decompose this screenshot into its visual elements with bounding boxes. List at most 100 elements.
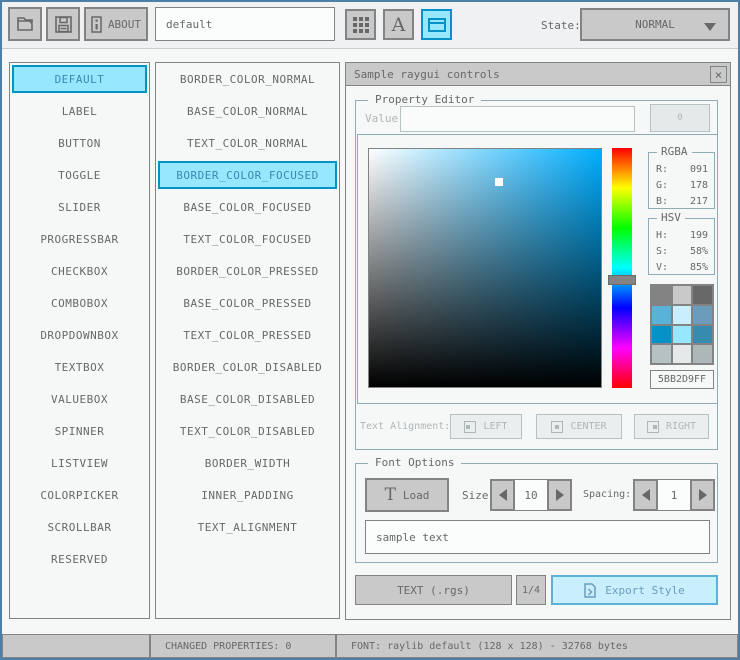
controls-list-item[interactable]: RESERVED — [12, 545, 147, 573]
properties-list-item[interactable]: TEXT_COLOR_NORMAL — [158, 129, 337, 157]
color-saturation-value-area[interactable] — [368, 148, 602, 388]
style-table-view-button[interactable] — [345, 9, 376, 40]
style-color-swatch[interactable] — [693, 345, 712, 363]
controls-list-item[interactable]: TOGGLE — [12, 161, 147, 189]
properties-list-item[interactable]: BORDER_COLOR_FOCUSED — [158, 161, 337, 189]
hex-color-value[interactable]: 5BB2D9FF — [650, 370, 714, 389]
property-editor-group-label: Property Editor — [368, 93, 482, 106]
arrow-left-icon — [641, 489, 650, 501]
properties-list-item[interactable]: BASE_COLOR_PRESSED — [158, 289, 337, 317]
spacing-label: Spacing: — [583, 489, 632, 500]
value-input[interactable] — [400, 106, 635, 132]
open-style-button[interactable] — [8, 7, 42, 41]
style-color-swatch[interactable] — [672, 305, 692, 324]
align-right-button[interactable]: RIGHT — [634, 414, 709, 439]
properties-list-item[interactable]: TEXT_COLOR_FOCUSED — [158, 225, 337, 253]
style-color-swatch[interactable] — [652, 305, 671, 324]
controls-list-item[interactable]: PROGRESSBAR — [12, 225, 147, 253]
sample-text-box[interactable]: sample text — [365, 520, 710, 554]
properties-list-item[interactable]: TEXT_COLOR_PRESSED — [158, 321, 337, 349]
controls-list-item[interactable]: VALUEBOX — [12, 385, 147, 413]
font-options-group-label: Font Options — [368, 456, 462, 469]
statusbar-changed-properties: CHANGED PROPERTIES: 0 — [150, 634, 336, 658]
sample-text: sample text — [376, 530, 449, 544]
controls-list-item[interactable]: SCROLLBAR — [12, 513, 147, 541]
hue-slider[interactable] — [612, 148, 632, 388]
controls-list-item[interactable]: LABEL — [12, 97, 147, 125]
hsv-group-label: HSV — [657, 211, 685, 224]
toolbar: ABOUT A State: NORMAL — [0, 0, 740, 49]
sample-window-title: Sample raygui controls — [354, 67, 500, 81]
style-color-swatch[interactable] — [672, 325, 692, 344]
style-color-swatch[interactable] — [652, 345, 671, 363]
font-load-button[interactable]: T Load — [365, 478, 449, 512]
properties-list-item[interactable]: BASE_COLOR_NORMAL — [158, 97, 337, 125]
export-style-button[interactable]: Export Style — [551, 575, 718, 605]
properties-list-item[interactable]: BORDER_WIDTH — [158, 449, 337, 477]
color-component-row: B: 217 — [656, 193, 714, 209]
align-left-button[interactable]: LEFT — [450, 414, 522, 439]
export-format-button[interactable]: TEXT (.rgs) — [355, 575, 512, 605]
color-component-row: G: 178 — [656, 177, 714, 193]
font-letter-icon: A — [391, 13, 406, 36]
controls-list-item[interactable]: COMBOBOX — [12, 289, 147, 317]
spacing-increase-button[interactable] — [690, 479, 715, 511]
save-style-button[interactable] — [46, 7, 80, 41]
controls-list-item[interactable]: SPINNER — [12, 417, 147, 445]
about-button-label: ABOUT — [107, 17, 142, 31]
hue-slider-handle[interactable] — [608, 275, 636, 285]
component-value: 199 — [689, 229, 708, 241]
close-button[interactable]: × — [710, 66, 727, 83]
state-dropdown[interactable]: NORMAL — [580, 8, 730, 41]
spacing-value-box[interactable]: 1 — [657, 479, 691, 511]
properties-list-item[interactable]: BASE_COLOR_FOCUSED — [158, 193, 337, 221]
controls-list-item[interactable]: LISTVIEW — [12, 449, 147, 477]
style-color-swatch[interactable] — [672, 286, 692, 304]
properties-list-item[interactable]: BORDER_COLOR_NORMAL — [158, 65, 337, 93]
properties-list-item[interactable]: BORDER_COLOR_DISABLED — [158, 353, 337, 381]
properties-list-item[interactable]: INNER_PADDING — [158, 481, 337, 509]
about-button[interactable]: ABOUT — [84, 7, 148, 41]
properties-list-item[interactable]: BASE_COLOR_DISABLED — [158, 385, 337, 413]
style-color-swatch[interactable] — [652, 286, 671, 304]
properties-list-item[interactable]: BORDER_COLOR_PRESSED — [158, 257, 337, 285]
rgba-group: RGBA R: 091 G: 178 B: 217 — [648, 145, 715, 209]
spacing-decrease-button[interactable] — [633, 479, 658, 511]
sample-window-titlebar: Sample raygui controls × — [346, 63, 730, 86]
style-color-swatch[interactable] — [652, 325, 671, 344]
export-format-label: TEXT (.rgs) — [397, 583, 470, 597]
state-dropdown-value: NORMAL — [635, 18, 675, 31]
style-name-input[interactable] — [155, 7, 335, 41]
grid-icon — [352, 16, 357, 21]
controls-list-item[interactable]: CHECKBOX — [12, 257, 147, 285]
info-icon — [91, 15, 102, 33]
controls-list-item[interactable]: BUTTON — [12, 129, 147, 157]
controls-list-item[interactable]: DROPDOWNBOX — [12, 321, 147, 349]
properties-list-item[interactable]: TEXT_COLOR_DISABLED — [158, 417, 337, 445]
style-color-swatch[interactable] — [693, 286, 712, 304]
controls-view-button[interactable] — [421, 9, 452, 40]
color-component-row: H: 199 — [656, 227, 714, 243]
value-apply-button[interactable]: 0 — [650, 104, 710, 132]
arrow-right-icon — [698, 489, 707, 501]
font-view-button[interactable]: A — [383, 9, 414, 40]
properties-list-item[interactable]: TEXT_ALIGNMENT — [158, 513, 337, 541]
controls-list-item[interactable]: SLIDER — [12, 193, 147, 221]
style-color-swatch[interactable] — [672, 345, 692, 363]
component-label: R: — [656, 163, 669, 175]
style-color-swatch[interactable] — [693, 325, 712, 344]
color-component-row: V: 85% — [656, 259, 714, 275]
size-decrease-button[interactable] — [490, 479, 515, 511]
controls-list-item[interactable]: COLORPICKER — [12, 481, 147, 509]
format-page-button[interactable]: 1/4 — [516, 575, 546, 605]
spacing-value: 1 — [670, 488, 678, 502]
color-cursor[interactable] — [494, 178, 503, 187]
size-increase-button[interactable] — [547, 479, 572, 511]
controls-list-item[interactable]: TEXTBOX — [12, 353, 147, 381]
align-center-button[interactable]: CENTER — [536, 414, 622, 439]
controls-list-item[interactable]: DEFAULT — [12, 65, 147, 93]
size-value-box[interactable]: 10 — [514, 479, 548, 511]
component-value: 58% — [689, 245, 708, 257]
align-left-icon — [464, 420, 477, 433]
style-color-swatch[interactable] — [693, 305, 712, 324]
